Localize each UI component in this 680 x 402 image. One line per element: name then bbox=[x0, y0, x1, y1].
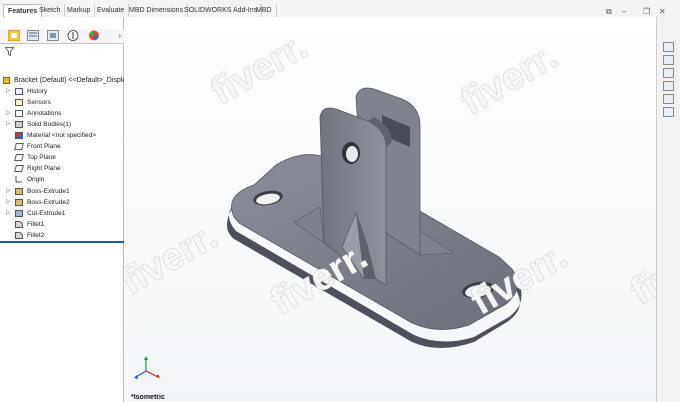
bracket-model[interactable] bbox=[124, 17, 656, 402]
view-palette-icon[interactable] bbox=[663, 81, 674, 91]
tab-evaluate[interactable]: Evaluate bbox=[93, 4, 130, 17]
tree-item-front-plane[interactable]: Front Plane bbox=[0, 141, 124, 152]
expand-icon[interactable]: ▷ bbox=[6, 208, 11, 219]
property-manager-icon[interactable] bbox=[27, 30, 39, 41]
tree-item-right-plane[interactable]: Right Plane bbox=[0, 163, 124, 174]
plane-icon bbox=[14, 143, 24, 150]
tree-item-fillet2[interactable]: Fillet2 bbox=[0, 230, 124, 241]
display-manager-icon[interactable] bbox=[88, 30, 100, 41]
plane-icon bbox=[14, 154, 24, 161]
tab-mbd[interactable]: MBD bbox=[252, 4, 277, 17]
tab-solidworks-addins[interactable]: SOLIDWORKS Add-Ins bbox=[180, 4, 263, 17]
close-icon[interactable]: ✕ bbox=[659, 7, 666, 16]
reference-triad bbox=[134, 356, 160, 379]
tree-item-sensors[interactable]: Sensors bbox=[0, 97, 124, 108]
part-icon bbox=[3, 76, 10, 84]
tree-item-fillet1[interactable]: Fillet1 bbox=[0, 219, 124, 230]
task-pane bbox=[656, 17, 680, 402]
tree-item-origin[interactable]: Origin bbox=[0, 174, 124, 185]
chevron-right-icon[interactable]: › bbox=[118, 31, 121, 40]
feature-tree-icon[interactable] bbox=[8, 30, 20, 41]
tree-item-boss-extrude2[interactable]: ▷ Boss-Extrude2 bbox=[0, 197, 124, 208]
part-root-label: Bracket (Default) <<Default>_Display bbox=[13, 77, 130, 84]
design-library-icon[interactable] bbox=[663, 55, 674, 65]
tree-item-boss-extrude1[interactable]: ▷ Boss-Extrude1 bbox=[0, 186, 124, 197]
part-root-node[interactable]: Bracket (Default) <<Default>_Display bbox=[3, 76, 130, 85]
solidworks-resources-icon[interactable] bbox=[663, 42, 674, 52]
custom-properties-icon[interactable] bbox=[663, 107, 674, 117]
dimxpert-manager-icon[interactable] bbox=[67, 30, 79, 41]
tree-item-annotations[interactable]: ▷ Annotations bbox=[0, 108, 124, 119]
filter-icon[interactable] bbox=[5, 47, 14, 56]
minimize-icon[interactable]: – bbox=[622, 7, 626, 16]
fillet-icon bbox=[15, 221, 23, 228]
expand-icon[interactable]: ▷ bbox=[6, 119, 11, 130]
tree-item-top-plane[interactable]: Top Plane bbox=[0, 152, 124, 163]
expand-icon[interactable]: ▷ bbox=[6, 197, 11, 208]
tree-item-cut-extrude1[interactable]: ▷ Cut-Extrude1 bbox=[0, 208, 124, 219]
configuration-manager-icon[interactable] bbox=[47, 30, 59, 41]
restore-down-icon[interactable]: ❐ bbox=[643, 7, 650, 16]
tree-item-history[interactable]: ▷ History bbox=[0, 86, 124, 97]
origin-icon bbox=[15, 176, 22, 183]
material-icon bbox=[15, 132, 23, 139]
history-icon bbox=[15, 88, 23, 95]
graphics-viewport[interactable]: fiverr. fiverr. fiverr. fiverr. fiverr. … bbox=[124, 17, 656, 402]
tab-markup[interactable]: Markup bbox=[63, 4, 96, 17]
tree-item-material[interactable]: Material <not specified> bbox=[0, 130, 124, 141]
restore-icon[interactable]: ⧉ bbox=[606, 7, 612, 17]
tab-mbd-dimensions[interactable]: MBD Dimensions bbox=[125, 4, 189, 17]
view-orientation-label: *Isometric bbox=[131, 394, 165, 401]
expand-icon[interactable]: ▷ bbox=[6, 108, 11, 119]
plane-icon bbox=[14, 165, 24, 172]
tree-item-solid-bodies[interactable]: ▷ Solid Bodies(1) bbox=[0, 119, 124, 130]
expand-icon[interactable]: ▷ bbox=[6, 186, 11, 197]
solid-body-icon bbox=[15, 121, 23, 128]
file-explorer-icon[interactable] bbox=[663, 68, 674, 78]
expand-icon[interactable]: ▷ bbox=[6, 86, 11, 97]
feature-manager-tabs: › bbox=[0, 29, 124, 44]
cut-extrude-icon bbox=[15, 210, 23, 217]
fillet-icon bbox=[15, 232, 23, 239]
extrude-icon bbox=[15, 199, 23, 206]
annotation-icon bbox=[15, 110, 23, 117]
appearances-icon[interactable] bbox=[663, 94, 674, 104]
extrude-icon bbox=[15, 188, 23, 195]
rollback-bar[interactable] bbox=[0, 241, 124, 243]
feature-manager-panel: › Bracket (Default) <<Default>_Display ▷… bbox=[0, 17, 130, 402]
tab-sketch[interactable]: Sketch bbox=[35, 4, 66, 17]
sensor-icon bbox=[15, 99, 23, 106]
